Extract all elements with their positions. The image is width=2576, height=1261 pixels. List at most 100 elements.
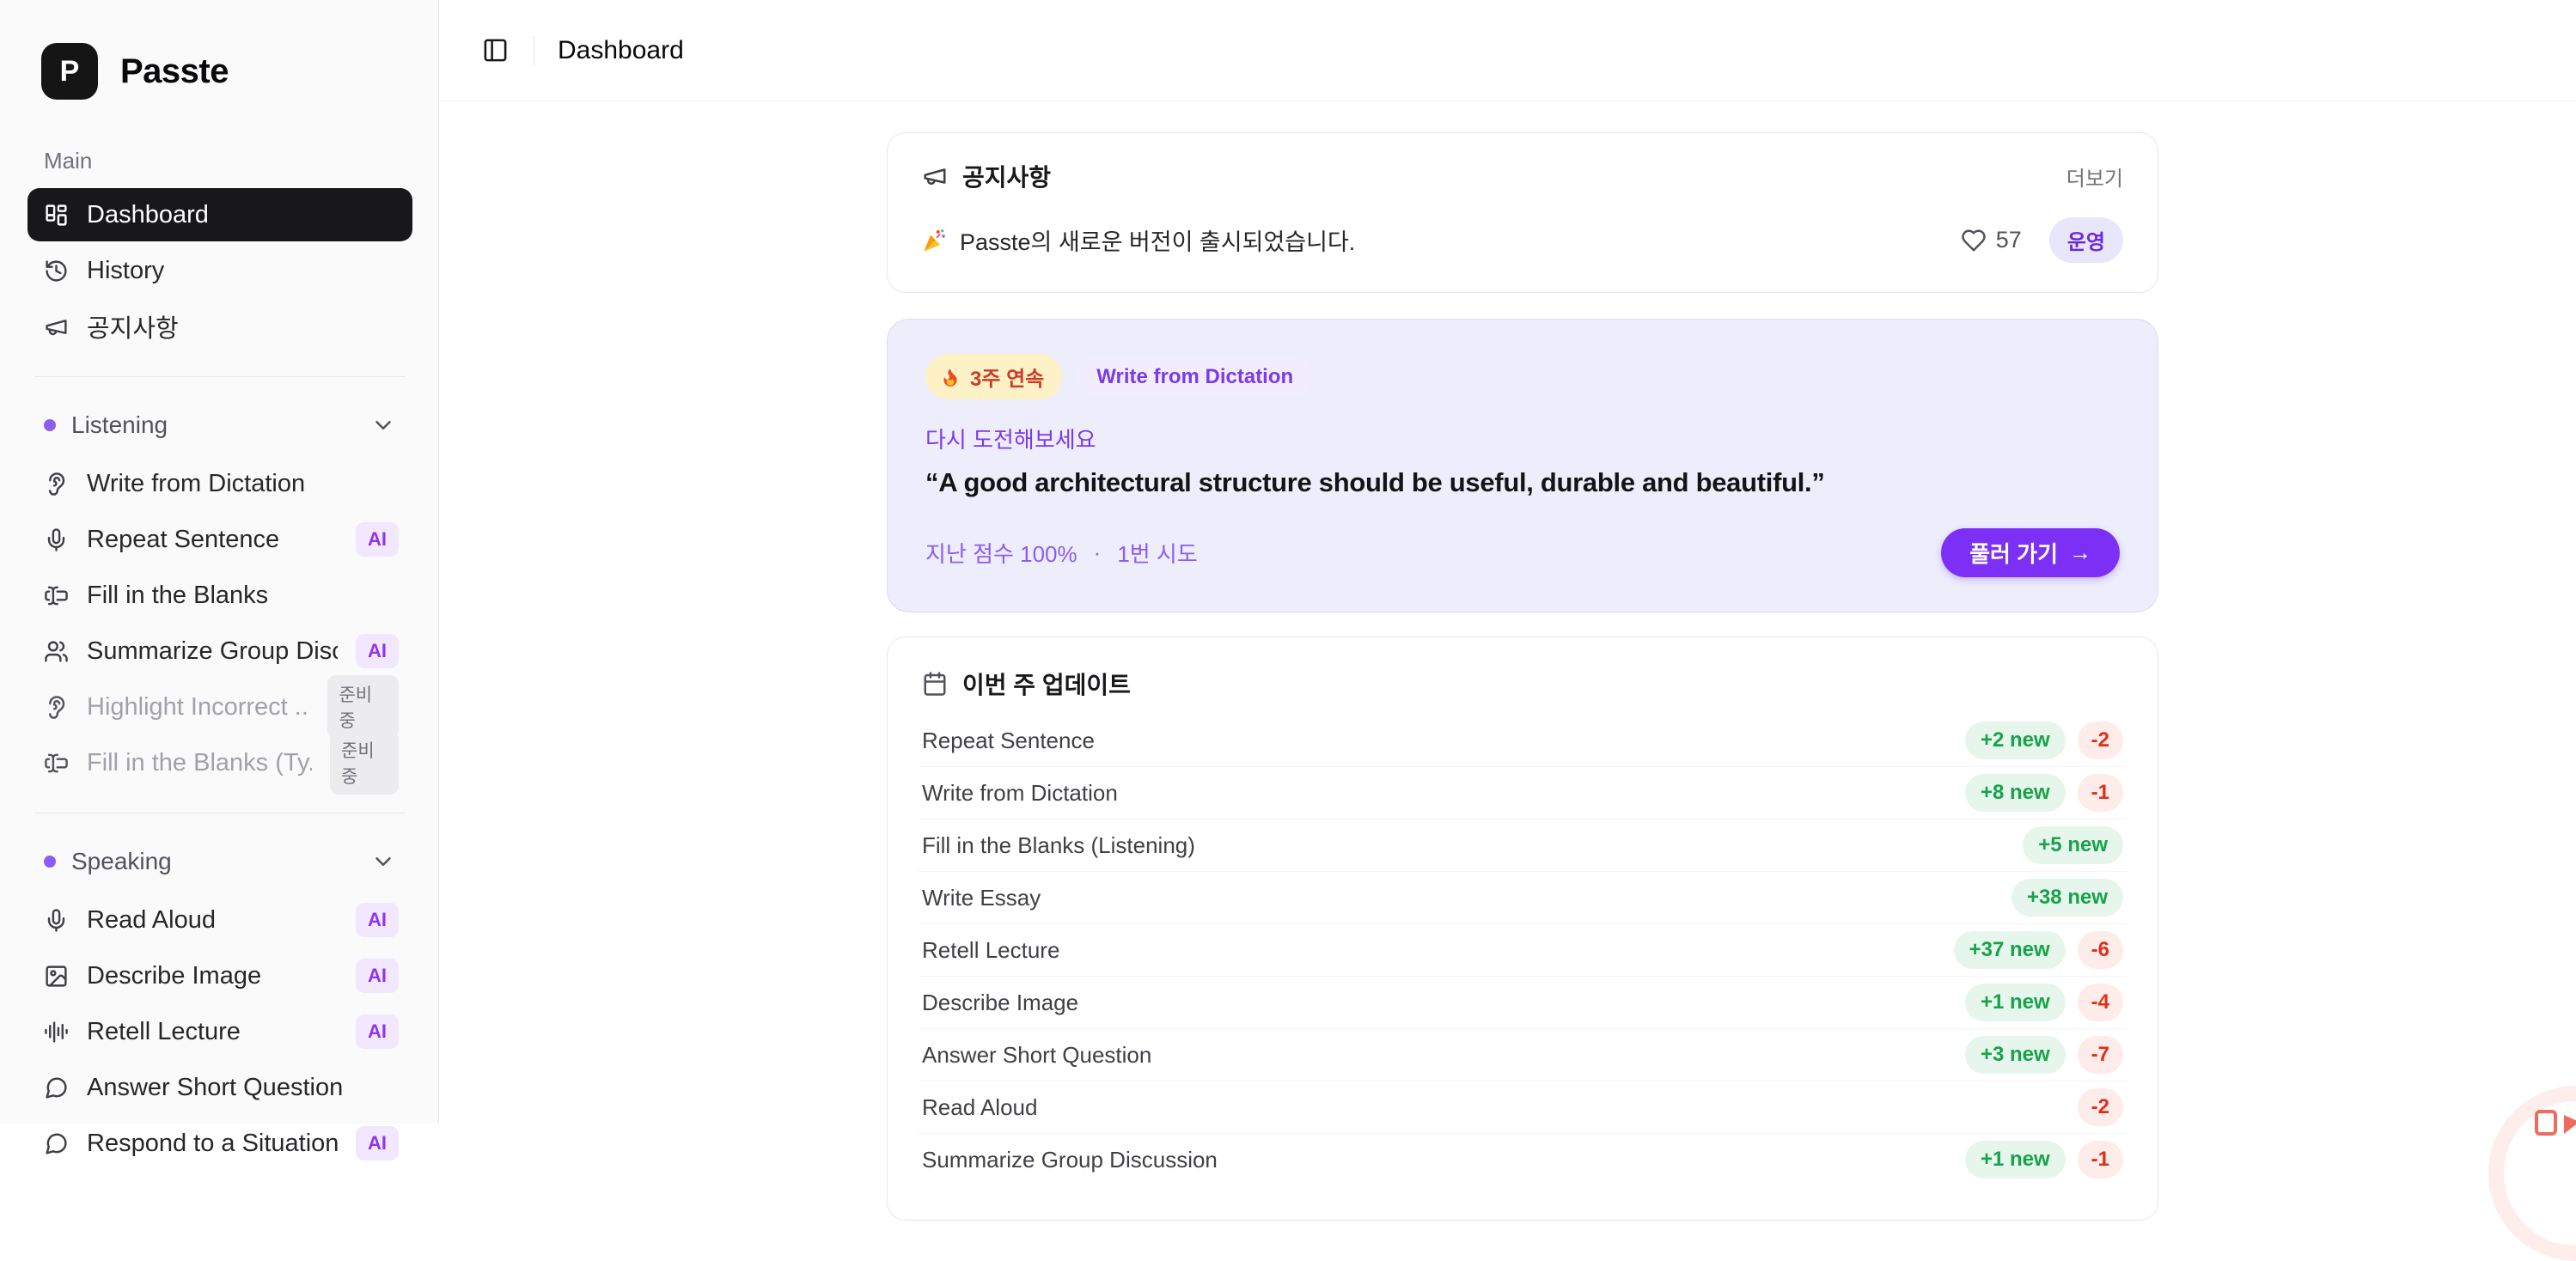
sidebar-item-history[interactable]: History — [27, 244, 412, 297]
sidebar-item-fill-in-the-blanks[interactable]: Fill in the Blanks — [27, 569, 412, 622]
weekly-row-name: Retell Lecture — [922, 937, 1059, 964]
notice-header-row: 공지사항 더보기 — [922, 159, 2123, 193]
challenge-card: 3주 연속 Write from Dictation 다시 도전해보세요 “A … — [887, 319, 2158, 612]
notice-body-row: Passte의 새로운 버전이 출시되었습니다. 57 운영 — [922, 217, 2123, 263]
fab-gift-icon — [2533, 1103, 2576, 1141]
text-cursor-input-icon — [44, 751, 69, 776]
item-badge: AI — [356, 522, 399, 557]
challenge-type-badge: Write from Dictation — [1077, 357, 1313, 397]
sidebar-item-summarize-group-disc[interactable]: Summarize Group Disc...AI — [27, 624, 412, 678]
weekly-row-fill-in-the-blanks-listening[interactable]: Fill in the Blanks (Listening)+5 new — [919, 819, 2127, 871]
weekly-row-badges: +37 new-6 — [1954, 931, 2123, 969]
brand-logo: P — [41, 43, 98, 100]
sidebar-item-fill-in-the-blanks-ty[interactable]: Fill in the Blanks (Ty...준비중 — [27, 736, 412, 789]
sidebar-toggle-button[interactable] — [482, 37, 509, 64]
content-column: 공지사항 더보기 Passte의 새로운 버전이 출시되었습니다. 57 — [887, 132, 2158, 1221]
brand[interactable]: P Passte — [41, 43, 438, 100]
brand-logo-letter: P — [60, 55, 80, 88]
weekly-row-retell-lecture[interactable]: Retell Lecture +37 new-6 — [919, 923, 2127, 976]
removed-badge: -4 — [2078, 984, 2123, 1021]
dashboard-grid-icon — [44, 203, 69, 228]
notice-more-button[interactable]: 더보기 — [2066, 161, 2123, 192]
item-badge: 준비중 — [330, 731, 399, 795]
sidebar-item-write-from-dictation[interactable]: Write from Dictation — [27, 457, 412, 510]
attempts: 1번 시도 — [1117, 537, 1197, 569]
text-cursor-input-icon — [44, 583, 69, 608]
sidebar-section-speaking[interactable]: Speaking — [27, 837, 412, 886]
weekly-row-name: Describe Image — [922, 990, 1078, 1016]
notice-card: 공지사항 더보기 Passte의 새로운 버전이 출시되었습니다. 57 — [887, 132, 2158, 293]
chevron-down-icon — [370, 849, 396, 874]
streak-badge: 3주 연속 — [925, 354, 1062, 399]
megaphone-icon — [44, 314, 69, 339]
message-bubble-icon — [44, 1075, 69, 1100]
sidebar-item-label: Answer Short Question — [87, 1074, 343, 1102]
ear-icon — [44, 472, 69, 496]
likes-counter[interactable]: 57 — [1961, 227, 2022, 253]
challenge-stats: 지난 점수 100% · 1번 시도 — [925, 537, 1198, 569]
weekly-header: 이번 주 업데이트 — [919, 663, 2127, 715]
page-title: Dashboard — [558, 36, 684, 65]
weekly-row-name: Write from Dictation — [922, 780, 1118, 807]
streak-label: 3주 연속 — [970, 362, 1044, 392]
sidebar-item-respond-to-a-situation[interactable]: Respond to a SituationAI — [27, 1117, 412, 1170]
mic-icon — [44, 527, 69, 552]
weekly-row-read-aloud[interactable]: Read Aloud -2 — [919, 1081, 2127, 1133]
sidebar-item-answer-short-question[interactable]: Answer Short Question — [27, 1061, 412, 1114]
weekly-row-describe-image[interactable]: Describe Image +1 new -4 — [919, 976, 2127, 1028]
section-dot-icon — [44, 419, 56, 431]
solve-button[interactable]: 풀러 가기 → — [1941, 528, 2120, 577]
weekly-row-name: Read Aloud — [922, 1094, 1037, 1121]
weekly-row-badges: -2 — [2078, 1088, 2123, 1126]
item-badge: AI — [356, 1014, 399, 1049]
added-badge: +3 new — [1965, 1036, 2066, 1074]
weekly-row-badges: +1 new -4 — [1965, 984, 2123, 1021]
audio-lines-icon — [44, 1020, 69, 1045]
sidebar-item-label: Describe Image — [87, 962, 261, 990]
mic-icon — [44, 908, 69, 933]
heart-icon — [1961, 228, 1987, 253]
stats-separator: · — [1094, 539, 1102, 566]
weekly-row-name: Repeat Sentence — [922, 728, 1095, 754]
weekly-row-answer-short-question[interactable]: Answer Short Question+3 new-7 — [919, 1028, 2127, 1081]
sidebar-item-dashboard[interactable]: Dashboard — [27, 188, 412, 241]
weekly-row-name: Fill in the Blanks (Listening) — [922, 832, 1195, 859]
added-badge: +2 new — [1965, 722, 2066, 759]
megaphone-icon — [922, 163, 948, 189]
weekly-row-name: Summarize Group Discussion — [922, 1147, 1218, 1173]
weekly-row-badges: +8 new -1 — [1965, 774, 2123, 812]
sidebar-item-repeat-sentence[interactable]: Repeat SentenceAI — [27, 513, 412, 566]
challenge-footer: 지난 점수 100% · 1번 시도 풀러 가기 → — [925, 528, 2120, 577]
added-badge: +1 new — [1965, 984, 2066, 1021]
notice-message-text: Passte의 새로운 버전이 출시되었습니다. — [960, 223, 1355, 257]
notice-message[interactable]: Passte의 새로운 버전이 출시되었습니다. — [922, 223, 1355, 257]
sidebar-item-label: Summarize Group Disc... — [87, 637, 338, 666]
weekly-row-badges: +38 new — [2011, 879, 2123, 917]
removed-badge: -6 — [2078, 931, 2123, 969]
sidebar-item-item[interactable]: 공지사항 — [27, 300, 412, 353]
sidebar-item-highlight-incorrect[interactable]: Highlight Incorrect ...준비중 — [27, 680, 412, 734]
ear-icon — [44, 695, 69, 720]
sidebar-section-listening[interactable]: Listening — [27, 400, 412, 450]
removed-badge: -2 — [2078, 1088, 2123, 1126]
added-badge: +8 new — [1965, 774, 2066, 812]
solve-button-label: 풀러 가기 — [1969, 537, 2058, 569]
sidebar-item-read-aloud[interactable]: Read Aloud AI — [27, 893, 412, 947]
sidebar-item-describe-image[interactable]: Describe ImageAI — [27, 949, 412, 1002]
removed-badge: -1 — [2078, 774, 2123, 812]
weekly-title: 이번 주 업데이트 — [962, 667, 1131, 701]
weekly-row-repeat-sentence[interactable]: Repeat Sentence+2 new-2 — [919, 715, 2127, 766]
weekly-row-write-essay[interactable]: Write Essay +38 new — [919, 871, 2127, 923]
sidebar-item-retell-lecture[interactable]: Retell LectureAI — [27, 1005, 412, 1058]
weekly-row-summarize-group-discussion[interactable]: Summarize Group Discussion+1 new-1 — [919, 1133, 2127, 1185]
sidebar-group-label: Main — [27, 148, 412, 174]
weekly-row-name: Write Essay — [922, 885, 1041, 911]
main-content: 공지사항 더보기 Passte의 새로운 버전이 출시되었습니다. 57 — [439, 101, 2576, 1221]
section-label: Speaking — [71, 848, 172, 875]
notice-title: 공지사항 — [962, 159, 1051, 193]
weekly-row-name: Answer Short Question — [922, 1042, 1151, 1069]
item-badge: AI — [356, 903, 399, 937]
sidebar-item-label: Dashboard — [87, 201, 209, 229]
sidebar-item-label: Read Aloud — [87, 906, 216, 935]
weekly-row-write-from-dictation[interactable]: Write from Dictation +8 new -1 — [919, 766, 2127, 819]
